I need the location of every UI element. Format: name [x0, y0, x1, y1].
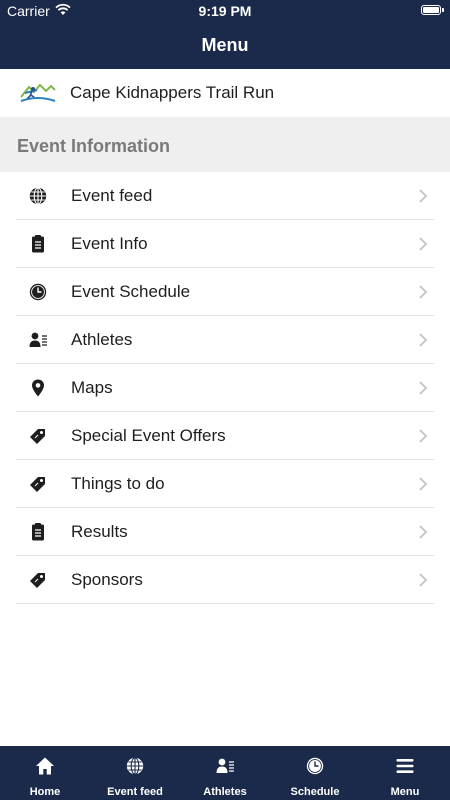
- chevron-right-icon: [418, 236, 428, 252]
- menu-item-athletes[interactable]: Athletes: [0, 316, 450, 364]
- tab-label: Menu: [390, 786, 420, 798]
- athletes-icon: [28, 330, 48, 350]
- home-icon: [35, 756, 55, 776]
- clock-icon: [28, 282, 48, 302]
- tab-label: Schedule: [290, 786, 340, 798]
- tab-event-feed[interactable]: Event feed: [90, 746, 180, 800]
- section-header: Event Information: [0, 117, 450, 172]
- athletes-icon: [215, 756, 235, 776]
- tab-menu[interactable]: Menu: [360, 746, 450, 800]
- globe-icon: [28, 186, 48, 206]
- page-title: Menu: [201, 35, 249, 55]
- menu-item-event-schedule[interactable]: Event Schedule: [0, 268, 450, 316]
- battery-icon: [421, 5, 444, 15]
- chevron-right-icon: [418, 380, 428, 396]
- menu-item-label: Event Schedule: [71, 282, 191, 301]
- menu-item-label: Special Event Offers: [71, 426, 226, 445]
- menu-item-label: Sponsors: [71, 570, 143, 589]
- menu-item-event-info[interactable]: Event Info: [0, 220, 450, 268]
- tag-icon: [28, 474, 48, 494]
- menu-item-label: Maps: [71, 378, 113, 397]
- menu-item-sponsors[interactable]: Sponsors: [0, 556, 450, 604]
- map-pin-icon: [28, 378, 48, 398]
- clock-icon: [305, 756, 325, 776]
- divider: [16, 603, 434, 604]
- menu-item-label: Event Info: [71, 234, 148, 253]
- hamburger-icon: [395, 756, 415, 776]
- clipboard-icon: [28, 234, 48, 254]
- menu-item-special-event-offers[interactable]: Special Event Offers: [0, 412, 450, 460]
- nav-bar: Menu: [0, 22, 450, 69]
- status-bar: Carrier 9:19 PM: [0, 0, 450, 22]
- menu-item-event-feed[interactable]: Event feed: [0, 172, 450, 220]
- tab-home[interactable]: Home: [0, 746, 90, 800]
- event-name: Cape Kidnappers Trail Run: [70, 83, 275, 102]
- chevron-right-icon: [418, 188, 428, 204]
- chevron-right-icon: [418, 428, 428, 444]
- tag-icon: [28, 570, 48, 590]
- status-time: 9:19 PM: [198, 3, 252, 19]
- event-logo-icon: [19, 81, 57, 105]
- menu-item-things-to-do[interactable]: Things to do: [0, 460, 450, 508]
- menu-item-label: Event feed: [71, 186, 153, 205]
- menu-item-results[interactable]: Results: [0, 508, 450, 556]
- tab-label: Athletes: [203, 786, 247, 798]
- chevron-right-icon: [418, 332, 428, 348]
- menu-list: Event feed Event Info Event Schedule Ath…: [0, 172, 450, 604]
- tab-label: Event feed: [107, 786, 163, 798]
- menu-item-label: Results: [71, 522, 128, 541]
- menu-item-label: Athletes: [71, 330, 133, 349]
- clipboard-icon: [28, 522, 48, 542]
- event-header[interactable]: Cape Kidnappers Trail Run: [0, 69, 450, 117]
- tab-label: Home: [29, 786, 61, 798]
- menu-item-label: Things to do: [71, 474, 165, 493]
- menu-item-maps[interactable]: Maps: [0, 364, 450, 412]
- section-title: Event Information: [17, 136, 171, 156]
- tag-icon: [28, 426, 48, 446]
- tab-athletes[interactable]: Athletes: [180, 746, 270, 800]
- tab-schedule[interactable]: Schedule: [270, 746, 360, 800]
- globe-icon: [125, 756, 145, 776]
- chevron-right-icon: [418, 572, 428, 588]
- chevron-right-icon: [418, 524, 428, 540]
- chevron-right-icon: [418, 284, 428, 300]
- chevron-right-icon: [418, 476, 428, 492]
- tab-bar: Home Event feed Athletes Schedule Menu: [0, 746, 450, 800]
